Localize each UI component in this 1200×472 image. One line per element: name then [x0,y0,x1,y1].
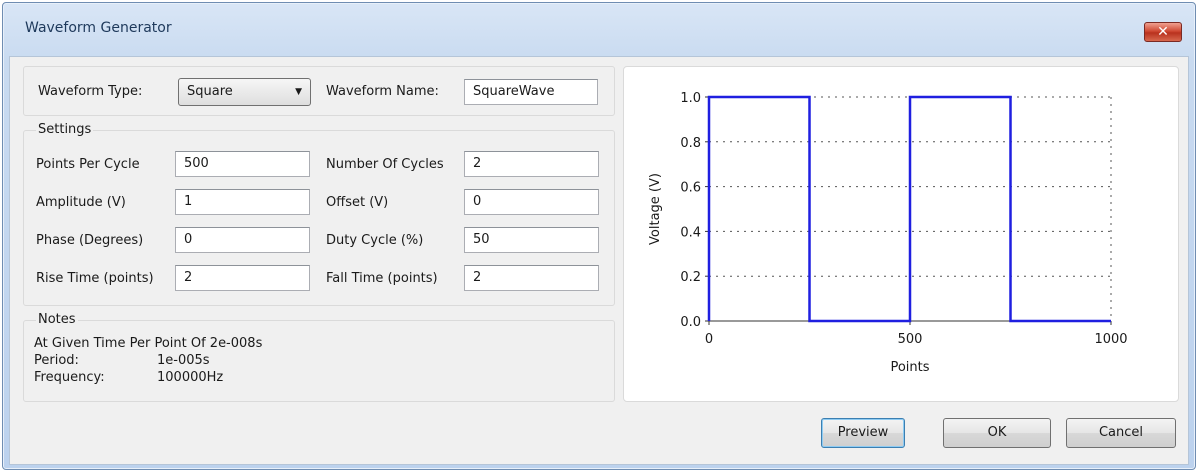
waveform-preview-chart: 0.0 0.2 0.4 0.6 0.8 1.0 0 500 1000 Points Voltag… [623,66,1179,402]
waveform-type-value: Square [187,84,233,99]
frequency-label: Frequency: [34,370,105,385]
settings-title: Settings [36,122,94,137]
y-axis-label: Voltage (V) [648,173,663,245]
y-tick-label: 1.0 [680,91,701,106]
window-title: Waveform Generator [25,20,172,36]
y-tick-label: 0.0 [680,315,701,330]
duty-cycle-label: Duty Cycle (%) [326,233,424,248]
fall-time-label: Fall Time (points) [326,271,438,286]
waveform-name-label: Waveform Name: [326,84,439,99]
amplitude-input[interactable]: 1 [175,189,310,215]
y-tick-label: 0.2 [680,270,701,285]
waveform-type-select[interactable]: Square ▼ [178,78,311,106]
rise-time-input[interactable]: 2 [175,265,310,291]
offset-label: Offset (V) [326,195,389,210]
settings-group: Settings Points Per Cycle 500 Number Of … [23,122,615,306]
duty-cycle-input[interactable]: 50 [464,227,599,253]
number-of-cycles-label: Number Of Cycles [326,157,444,172]
x-tick-label: 500 [898,332,923,347]
x-axis-label: Points [890,360,929,375]
rise-time-label: Rise Time (points) [36,271,154,286]
x-tick-label: 0 [705,332,713,347]
notes-group: Notes At Given Time Per Point Of 2e-008s… [23,312,615,402]
amplitude-label: Amplitude (V) [36,195,126,210]
fall-time-input[interactable]: 2 [464,265,599,291]
close-button[interactable]: ✕ [1144,22,1182,42]
ok-button[interactable]: OK [943,418,1051,448]
notes-title: Notes [36,312,78,327]
x-tick-label: 1000 [1094,332,1127,347]
waveform-type-label: Waveform Type: [38,84,143,99]
y-tick-label: 0.6 [680,181,701,196]
period-value: 1e-005s [157,353,210,368]
frequency-value: 100000Hz [157,370,224,385]
phase-label: Phase (Degrees) [36,233,144,248]
points-per-cycle-label: Points Per Cycle [36,157,140,172]
points-per-cycle-input[interactable]: 500 [175,151,310,177]
offset-input[interactable]: 0 [464,189,599,215]
y-tick-label: 0.8 [680,136,701,151]
chart-svg: 0.0 0.2 0.4 0.6 0.8 1.0 0 500 1000 Points Voltag… [648,91,1128,375]
cancel-button[interactable]: Cancel [1066,418,1176,448]
number-of-cycles-input[interactable]: 2 [464,151,599,177]
waveform-name-input[interactable]: SquareWave [464,79,598,105]
waveform-series-line [707,95,1111,323]
period-label: Period: [34,353,79,368]
y-tick-label: 0.4 [680,225,701,240]
waveform-header-panel: Waveform Type: Square ▼ Waveform Name: S… [23,66,615,116]
preview-button[interactable]: Preview [821,418,905,448]
title-bar[interactable]: Waveform Generator ✕ [3,3,1195,42]
phase-input[interactable]: 0 [175,227,310,253]
dialog-window: Waveform Generator ✕ Waveform Type: Squa… [2,2,1196,470]
notes-time-per-point: At Given Time Per Point Of 2e-008s [34,336,263,351]
close-icon: ✕ [1157,24,1169,40]
chevron-down-icon: ▼ [295,87,302,97]
